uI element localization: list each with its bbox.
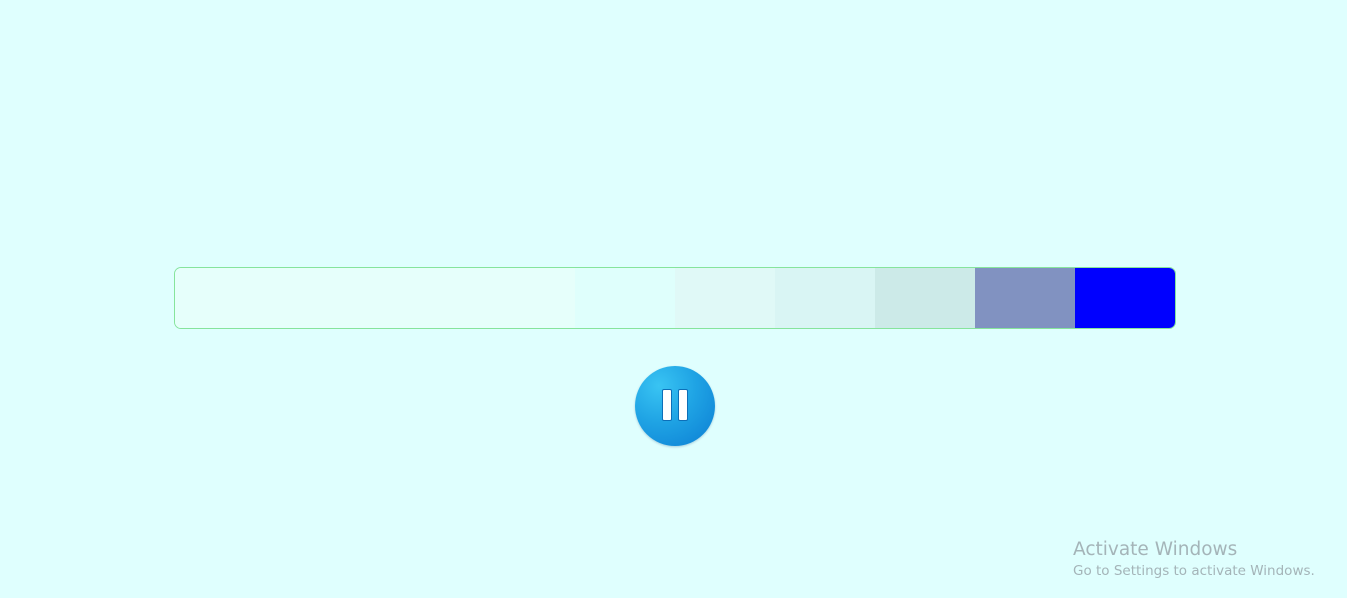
bar-segment-1 xyxy=(175,268,275,328)
bar-segment-8 xyxy=(875,268,975,328)
bar-segment-9 xyxy=(975,268,1075,328)
pause-icon-left-bar xyxy=(662,389,672,421)
pause-button[interactable] xyxy=(635,366,715,446)
bar-segment-3 xyxy=(375,268,475,328)
bar-segment-5 xyxy=(575,268,675,328)
watermark-title: Activate Windows xyxy=(1073,539,1238,560)
bar-segment-6 xyxy=(675,268,775,328)
watermark-subtitle: Go to Settings to activate Windows. xyxy=(1073,563,1315,579)
bar-segment-7 xyxy=(775,268,875,328)
activate-windows-watermark: Activate Windows Go to Settings to activ… xyxy=(1073,538,1315,581)
bar-segment-4 xyxy=(475,268,575,328)
pause-icon xyxy=(661,389,689,423)
bar-segment-10 xyxy=(1075,268,1175,328)
bar-segment-2 xyxy=(275,268,375,328)
pause-icon-right-bar xyxy=(678,389,688,421)
segmented-progress-bar xyxy=(174,267,1176,329)
